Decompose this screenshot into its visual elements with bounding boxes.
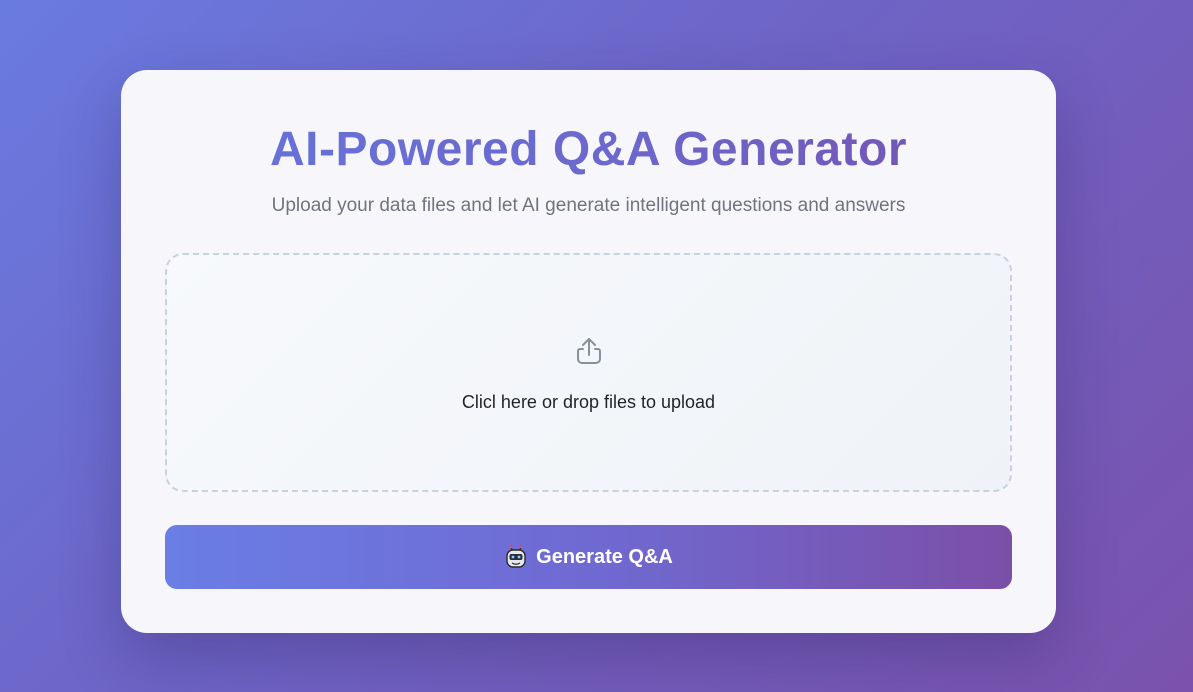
page-title: AI-Powered Q&A Generator: [121, 122, 1056, 178]
upload-icon: [577, 338, 601, 364]
dropzone-label: Clicl here or drop files to upload: [461, 392, 716, 412]
file-dropzone[interactable]: Clicl here or drop files to upload: [165, 253, 1012, 492]
main-card: AI-Powered Q&A Generator Upload your dat…: [121, 70, 1056, 633]
generate-qa-button[interactable]: Generate Q&A: [165, 525, 1012, 589]
page-subtitle: Upload your data files and let AI genera…: [271, 195, 906, 216]
generate-button-label: Generate Q&A: [536, 545, 673, 568]
robot-icon: [506, 545, 526, 568]
